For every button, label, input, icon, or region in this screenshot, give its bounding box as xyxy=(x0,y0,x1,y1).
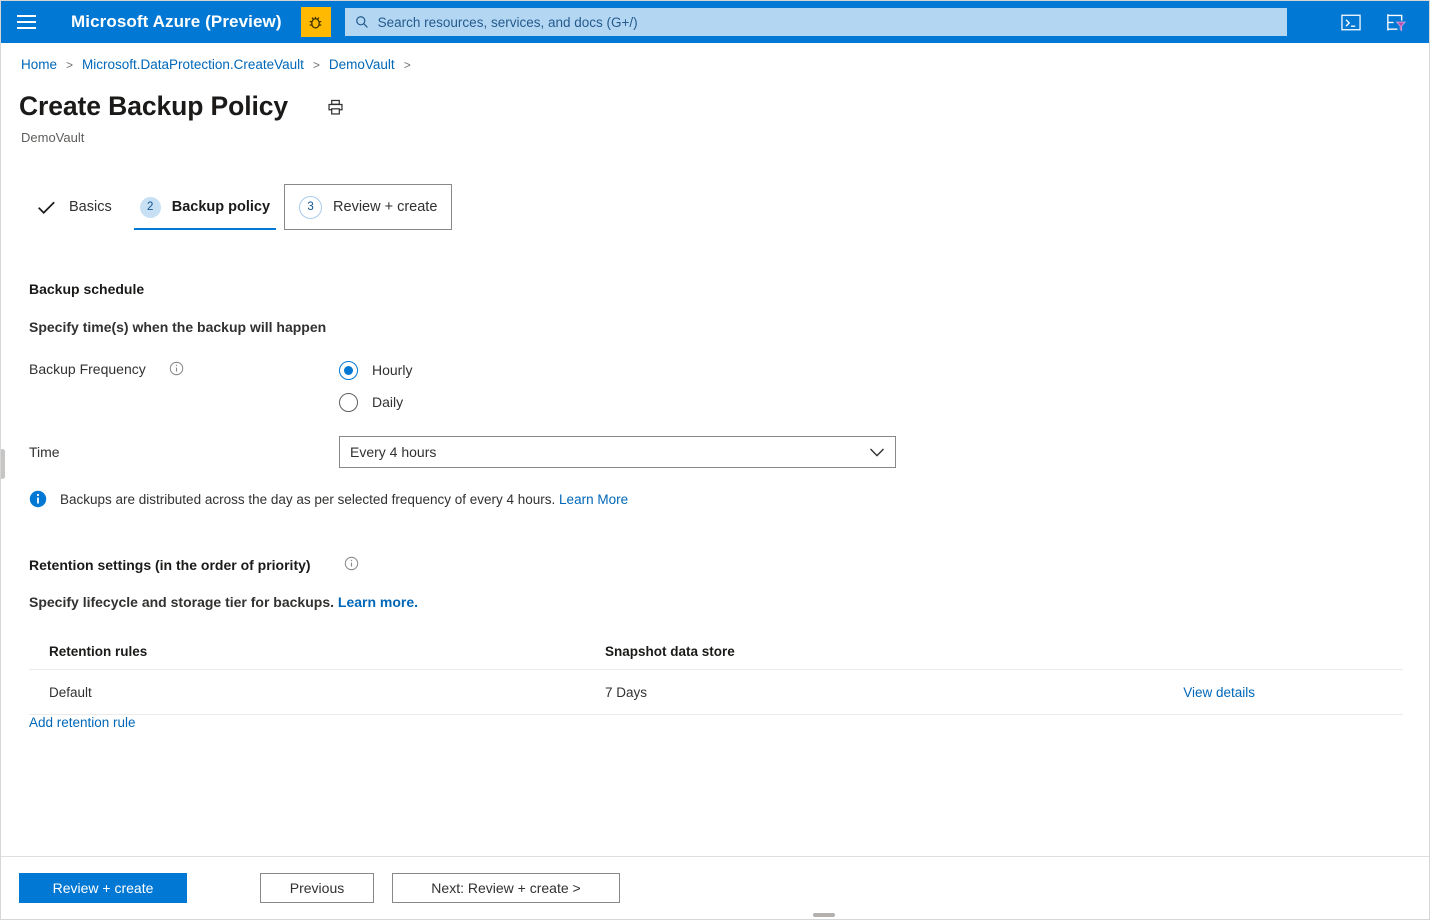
frequency-info-text: Backups are distributed across the day a… xyxy=(60,492,628,507)
directory-filter-icon[interactable] xyxy=(1384,12,1407,33)
time-dropdown-value: Every 4 hours xyxy=(350,444,437,460)
tab-basics[interactable]: Basics xyxy=(23,184,126,230)
wizard-footer: Review + create Previous Next: Review + … xyxy=(1,856,1429,919)
view-details-link[interactable]: View details xyxy=(1183,685,1255,700)
radio-daily-label: Daily xyxy=(372,394,404,410)
add-retention-rule-link[interactable]: Add retention rule xyxy=(29,715,136,730)
tab-review-create-label: Review + create xyxy=(333,199,438,215)
retention-settings-heading: Retention settings (in the order of prio… xyxy=(29,557,311,573)
cell-snapshot-data-store: 7 Days xyxy=(605,684,648,700)
column-header-retention-rules: Retention rules xyxy=(49,643,148,659)
breadcrumb: Home > Microsoft.DataProtection.CreateVa… xyxy=(21,57,420,72)
wizard-tabs: Basics 2 Backup policy 3 Review + create xyxy=(23,184,453,230)
frequency-info-message: Backups are distributed across the day a… xyxy=(60,491,556,507)
step-badge-3: 3 xyxy=(299,195,323,219)
print-icon[interactable] xyxy=(326,98,345,122)
search-placeholder: Search resources, services, and docs (G+… xyxy=(377,14,638,30)
global-header-actions xyxy=(1340,12,1421,33)
frequency-info-banner: Backups are distributed across the day a… xyxy=(29,490,628,508)
search-icon xyxy=(355,15,369,29)
table-header-row: Retention rules Snapshot data store xyxy=(29,633,1403,670)
search-input[interactable]: Search resources, services, and docs (G+… xyxy=(344,8,1287,36)
hamburger-icon[interactable] xyxy=(13,9,39,35)
table-row[interactable]: Default 7 Days View details xyxy=(29,670,1403,715)
backup-frequency-label: Backup Frequency xyxy=(29,361,146,377)
brand-title[interactable]: Microsoft Azure (Preview) xyxy=(71,12,282,32)
retention-subtext-message: Specify lifecycle and storage tier for b… xyxy=(29,594,334,610)
tab-backup-policy[interactable]: 2 Backup policy xyxy=(126,184,284,230)
retention-settings-info-icon[interactable] xyxy=(344,556,359,576)
horizontal-scrollbar[interactable] xyxy=(813,913,835,917)
backup-frequency-info-icon[interactable] xyxy=(169,361,184,381)
global-header: Microsoft Azure (Preview) Search resourc… xyxy=(1,1,1429,43)
cell-retention-rule: Default xyxy=(49,684,92,700)
backup-schedule-heading: Backup schedule xyxy=(29,281,145,297)
radio-option-daily[interactable]: Daily xyxy=(339,386,412,418)
page-title: Create Backup Policy xyxy=(19,91,289,121)
time-dropdown[interactable]: Every 4 hours xyxy=(339,436,896,468)
learn-more-link[interactable]: Learn More xyxy=(559,492,628,507)
tab-basics-label: Basics xyxy=(69,199,112,215)
specify-time-description: Specify time(s) when the backup will hap… xyxy=(29,319,327,335)
radio-daily-control[interactable] xyxy=(339,392,358,412)
radio-hourly-control[interactable] xyxy=(339,360,358,380)
breadcrumb-separator-trailing: > xyxy=(403,57,411,72)
retention-learn-more-link[interactable]: Learn more. xyxy=(338,594,418,610)
breadcrumb-item-demovault[interactable]: DemoVault xyxy=(329,57,395,72)
breadcrumb-separator: > xyxy=(66,57,74,72)
bug-icon[interactable] xyxy=(300,7,331,37)
column-header-snapshot-data-store: Snapshot data store xyxy=(605,643,735,659)
breadcrumb-item-home[interactable]: Home xyxy=(21,57,57,72)
review-create-button[interactable]: Review + create xyxy=(19,873,187,903)
retention-rules-table: Retention rules Snapshot data store Defa… xyxy=(29,633,1403,715)
previous-button[interactable]: Previous xyxy=(260,873,374,903)
tab-review-create[interactable]: 3 Review + create xyxy=(284,184,453,230)
retention-subtext: Specify lifecycle and storage tier for b… xyxy=(29,594,418,610)
cell-action: View details xyxy=(1165,685,1403,700)
breadcrumb-item-createvault[interactable]: Microsoft.DataProtection.CreateVault xyxy=(82,57,304,72)
cloud-shell-icon[interactable] xyxy=(1340,13,1362,32)
chevron-down-icon xyxy=(869,447,885,458)
info-filled-icon xyxy=(29,490,47,508)
azure-portal-page: Microsoft Azure (Preview) Search resourc… xyxy=(0,0,1430,920)
check-icon xyxy=(37,200,56,215)
left-pane-resize-handle[interactable] xyxy=(1,449,5,479)
breadcrumb-separator: > xyxy=(312,57,320,72)
radio-option-hourly[interactable]: Hourly xyxy=(339,354,412,386)
next-button[interactable]: Next: Review + create > xyxy=(392,873,620,903)
time-label: Time xyxy=(29,444,60,460)
page-subtitle: DemoVault xyxy=(21,130,85,145)
backup-frequency-radio-group: Hourly Daily xyxy=(339,354,412,418)
radio-hourly-label: Hourly xyxy=(372,362,413,378)
step-badge-2: 2 xyxy=(139,196,161,218)
tab-backup-policy-label: Backup policy xyxy=(171,199,271,215)
